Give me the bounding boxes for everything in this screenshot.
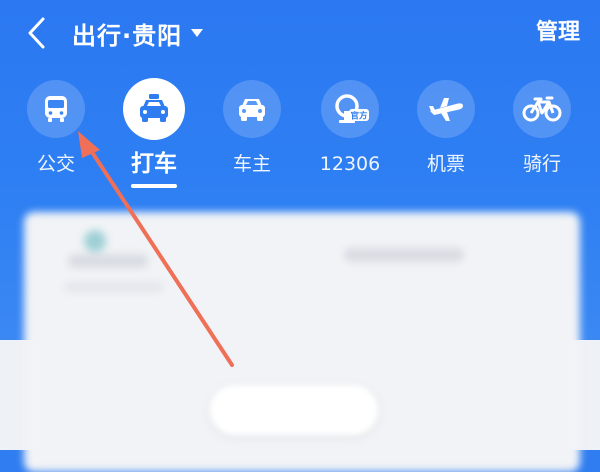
blurred-pill-button	[210, 385, 378, 435]
official-badge-text: 官方	[350, 111, 368, 122]
header: 出行·贵阳 管理	[0, 0, 600, 66]
page-title: 出行·贵阳	[72, 21, 183, 50]
tab-bus-label: 公交	[36, 153, 75, 175]
tab-flights[interactable]: 机票	[404, 78, 488, 198]
tab-car-owner[interactable]: 车主	[210, 78, 294, 198]
back-button[interactable]	[20, 14, 54, 52]
airplane-icon	[417, 80, 475, 138]
tab-cycling[interactable]: 骑行	[500, 78, 584, 198]
city-selector[interactable]: 出行·贵阳	[72, 14, 204, 52]
manage-button[interactable]: 管理	[536, 14, 580, 52]
tab-flights-label: 机票	[426, 153, 465, 175]
bus-icon	[27, 80, 85, 138]
chevron-left-icon	[28, 17, 45, 49]
tab-12306[interactable]: 官方 12306	[308, 78, 392, 198]
car-icon	[223, 80, 281, 138]
railway-official-icon: 官方	[321, 80, 379, 138]
tab-taxi[interactable]: 打车	[112, 78, 196, 198]
tab-taxi-label: 打车	[131, 151, 177, 177]
taxi-icon	[123, 78, 185, 140]
active-tab-indicator	[131, 184, 177, 188]
caret-down-icon	[190, 28, 204, 38]
bicycle-icon	[513, 80, 571, 138]
tab-cycling-label: 骑行	[522, 153, 561, 175]
tab-12306-label: 12306	[319, 153, 381, 175]
tab-car-owner-label: 车主	[232, 153, 271, 175]
tab-bus[interactable]: 公交	[14, 78, 98, 198]
